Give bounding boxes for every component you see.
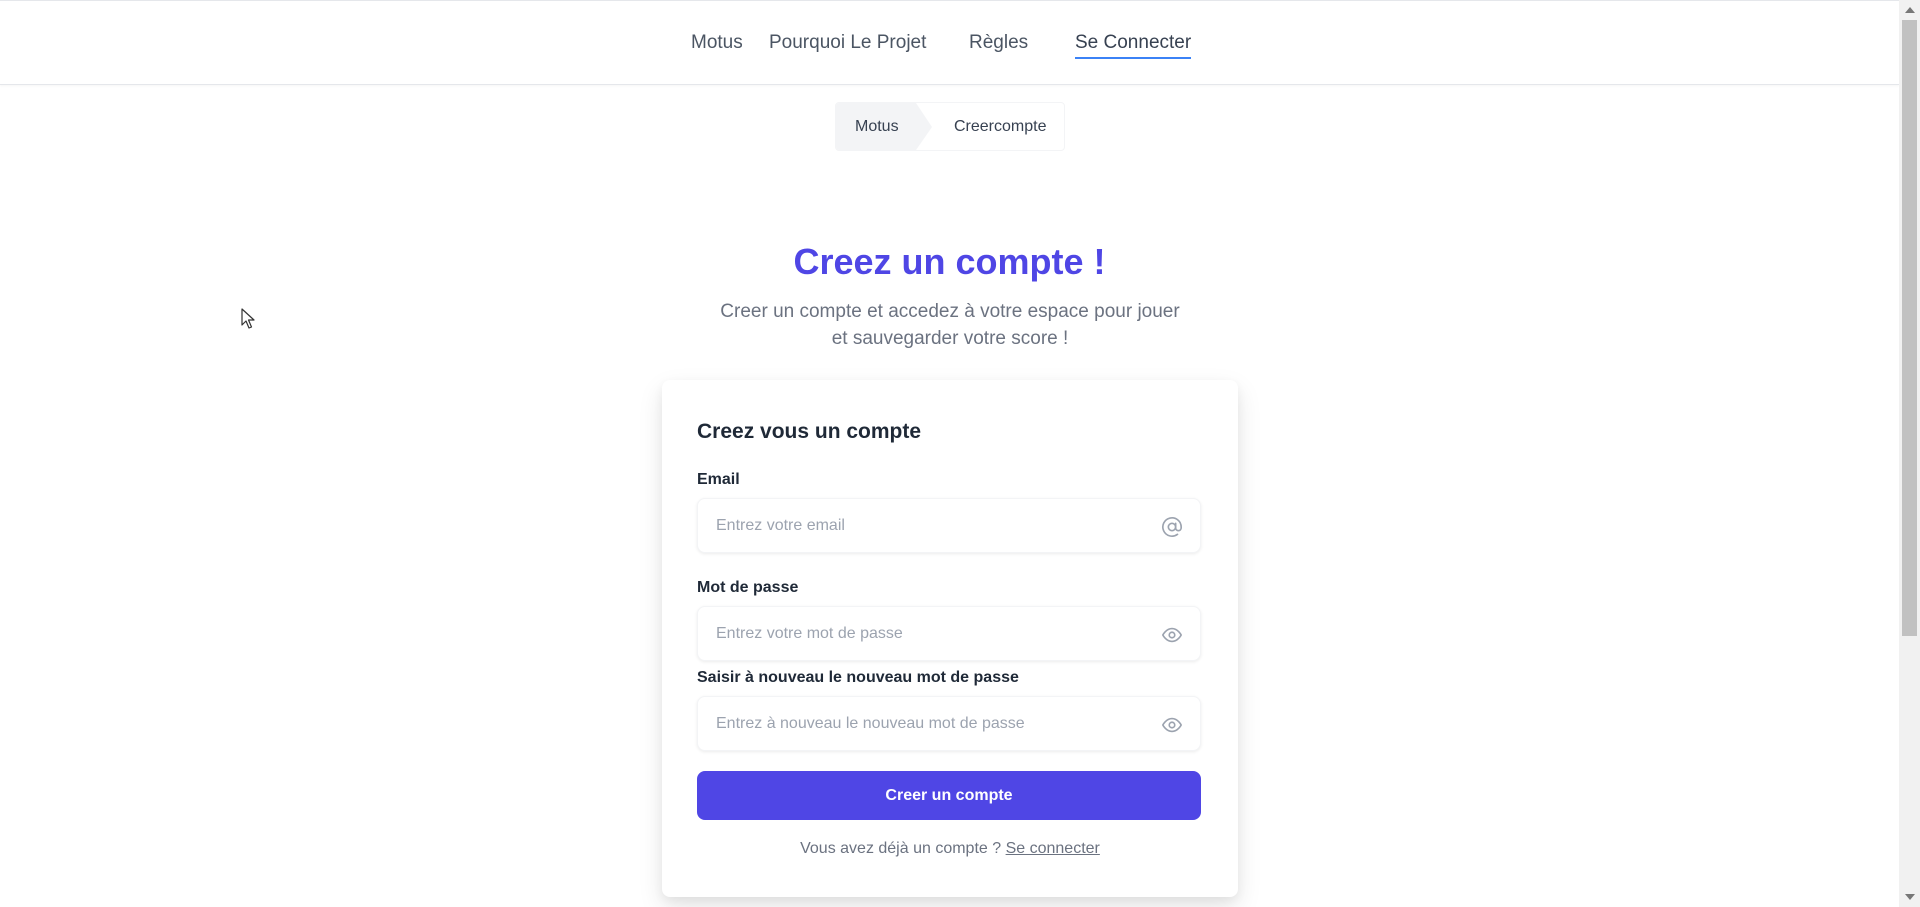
signin-prompt-text: Vous avez déjà un compte ? [800, 840, 1002, 857]
breadcrumb: Motus Creercompte [835, 102, 1065, 151]
email-field-wrapper [697, 498, 1201, 553]
page-subtitle: Creer un compte et accedez à votre espac… [720, 301, 1180, 349]
signin-prompt: Vous avez déjà un compte ? Se connecter [662, 840, 1238, 858]
nav-link-motus[interactable]: Motus [691, 30, 743, 56]
scrollbar[interactable] [1899, 0, 1920, 907]
breadcrumb-separator [916, 103, 932, 150]
scroll-thumb[interactable] [1902, 20, 1917, 636]
confirm-password-field-wrapper [697, 696, 1201, 751]
eye-icon[interactable] [1161, 624, 1183, 646]
password-label: Mot de passe [697, 579, 799, 596]
at-icon [1161, 516, 1183, 538]
signup-card: Creez vous un compte Email Mot de passe … [662, 380, 1238, 897]
eye-icon[interactable] [1161, 714, 1183, 736]
breadcrumb-item-current: Creercompte [954, 118, 1047, 135]
confirm-password-input[interactable] [698, 697, 1200, 750]
top-nav: Motus Pourquoi Le Projet Règles Se Conne… [0, 0, 1899, 85]
create-account-button[interactable]: Creer un compte [697, 771, 1201, 820]
page-title: Creez un compte ! [793, 241, 1106, 282]
form-title: Creez vous un compte [697, 420, 922, 443]
nav-link-regles[interactable]: Règles [969, 30, 1028, 56]
mouse-pointer-icon [241, 308, 255, 329]
email-input[interactable] [698, 499, 1200, 552]
scroll-up-arrow-icon[interactable] [1905, 7, 1915, 13]
signin-link[interactable]: Se connecter [1006, 840, 1100, 857]
nav-link-pourquoi-le-projet[interactable]: Pourquoi Le Projet [769, 30, 926, 56]
scroll-down-arrow-icon[interactable] [1905, 894, 1915, 900]
confirm-password-label: Saisir à nouveau le nouveau mot de passe [697, 669, 1019, 686]
nav-link-se-connecter[interactable]: Se Connecter [1075, 30, 1192, 59]
password-input[interactable] [698, 607, 1200, 660]
breadcrumb-item-motus[interactable]: Motus [836, 103, 916, 150]
email-label: Email [697, 471, 740, 488]
password-field-wrapper [697, 606, 1201, 661]
page: Motus Pourquoi Le Projet Règles Se Conne… [0, 0, 1920, 907]
